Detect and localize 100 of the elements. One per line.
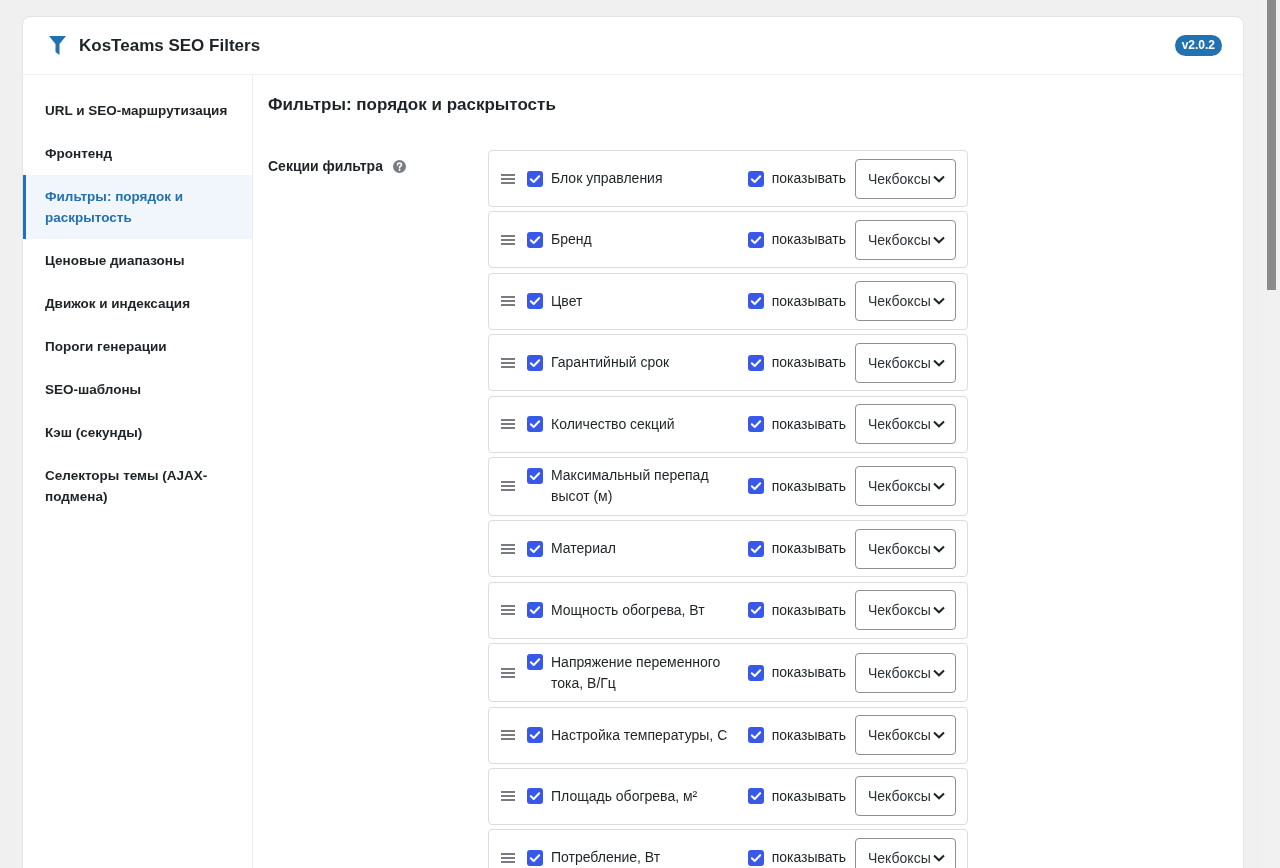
version-badge: v2.0.2 [1174, 35, 1222, 56]
checkbox-label: показывать [771, 169, 846, 188]
checkbox[interactable] [747, 602, 764, 619]
display-type-select[interactable]: Чекбоксы [855, 652, 956, 693]
app-title: KosTeams SEO Filters [79, 35, 261, 56]
checkbox-label: показывать [771, 786, 846, 806]
checkbox[interactable] [527, 602, 543, 619]
sidebar-item[interactable]: Селекторы темы (AJAX-подмена) [23, 454, 252, 518]
drag-handle-icon[interactable] [501, 296, 515, 307]
checkbox-label: показывать [771, 230, 846, 250]
sidebar-item[interactable]: Пороги генерации [23, 325, 252, 368]
section-name: Бренд [551, 230, 592, 250]
display-type-select[interactable]: Чекбоксы [855, 342, 956, 383]
checkbox-label: показывать [771, 663, 846, 683]
section-name: Цвет [551, 291, 583, 311]
help-icon [392, 160, 406, 173]
display-type-select[interactable]: Чекбоксы [855, 837, 956, 868]
drag-handle-icon[interactable] [501, 234, 515, 245]
checkbox[interactable] [527, 170, 543, 187]
section-heading: Фильтры: порядок и раскрытость [268, 94, 556, 116]
drag-handle-icon[interactable] [501, 357, 515, 368]
sidebar-item[interactable]: Движок и индексация [23, 282, 252, 325]
sidebar-item[interactable]: Кэш (секунды) [23, 411, 252, 454]
section-name: Гарантийный срок [551, 353, 670, 373]
drag-handle-icon[interactable] [501, 481, 515, 492]
section-name: Блок управления [551, 169, 663, 188]
checkbox[interactable] [747, 849, 764, 866]
sidebar-item[interactable]: Ценовые диапазоны [23, 239, 252, 282]
display-type-select[interactable]: Чекбоксы [855, 158, 956, 199]
chevron-down-icon [933, 358, 945, 367]
field-label: Секции фильтра [268, 157, 383, 176]
chevron-down-icon [933, 174, 945, 183]
checkbox[interactable] [747, 293, 764, 310]
checkbox[interactable] [527, 231, 543, 248]
checkbox-label: показывать [771, 848, 846, 868]
chevron-down-icon [933, 792, 945, 801]
chevron-down-icon [933, 420, 945, 429]
section-name: Настройка температуры, С [551, 725, 728, 745]
display-type-select[interactable]: Чекбоксы [855, 715, 956, 755]
checkbox-label: показывать [771, 414, 846, 434]
chevron-down-icon [933, 853, 945, 862]
sidebar-item[interactable]: SEO-шаблоны [23, 368, 252, 411]
chevron-down-icon [933, 235, 945, 244]
checkbox[interactable] [747, 478, 764, 495]
checkbox[interactable] [527, 727, 543, 743]
checkbox[interactable] [527, 293, 543, 310]
drag-handle-icon[interactable] [501, 852, 515, 863]
chevron-down-icon [933, 668, 945, 677]
checkbox[interactable] [527, 788, 543, 805]
funnel-icon [49, 36, 66, 55]
chevron-down-icon [933, 731, 945, 739]
section-name: Материал [551, 539, 616, 559]
sidebar-item[interactable]: Фронтенд [23, 132, 252, 175]
section-name: Напряжение переменного тока, В/Гц [551, 652, 722, 693]
section-name: Количество секций [551, 414, 675, 434]
checkbox[interactable] [527, 354, 543, 371]
drag-handle-icon[interactable] [501, 605, 515, 616]
drag-handle-icon[interactable] [501, 730, 515, 740]
display-type-select[interactable]: Чекбоксы [855, 281, 956, 322]
section-name: Максимальный перепад высот (м) [551, 466, 710, 507]
drag-handle-icon[interactable] [501, 173, 515, 184]
display-type-select[interactable]: Чекбоксы [855, 528, 956, 569]
checkbox[interactable] [527, 849, 543, 866]
checkbox-label: показывать [771, 353, 846, 373]
scrollbar-thumb[interactable] [1267, 0, 1276, 290]
checkbox[interactable] [747, 231, 764, 248]
checkbox[interactable] [527, 467, 543, 484]
drag-handle-icon[interactable] [501, 419, 515, 430]
display-type-select[interactable]: Чекбоксы [855, 590, 956, 631]
checkbox[interactable] [747, 540, 764, 557]
checkbox[interactable] [747, 170, 764, 187]
checkbox-label: показывать [771, 476, 846, 496]
checkbox[interactable] [527, 654, 543, 671]
drag-handle-icon[interactable] [501, 543, 515, 554]
chevron-down-icon [933, 482, 945, 491]
chevron-down-icon [933, 606, 945, 615]
checkbox[interactable] [747, 664, 764, 681]
checkbox[interactable] [747, 727, 764, 743]
drag-handle-icon[interactable] [501, 791, 515, 802]
scrollbar-track[interactable] [1262, 0, 1280, 868]
checkbox[interactable] [747, 788, 764, 805]
checkbox[interactable] [747, 416, 764, 433]
display-type-select[interactable]: Чекбоксы [855, 466, 956, 507]
display-type-select[interactable]: Чекбоксы [855, 219, 956, 260]
section-name: Потребление, Вт [551, 848, 661, 868]
sidebar-item[interactable]: URL и SEO-маршрутизация [23, 89, 252, 132]
checkbox-label: показывать [771, 539, 846, 559]
section-name: Площадь обогрева, м² [551, 786, 698, 806]
drag-handle-icon[interactable] [501, 667, 515, 678]
checkbox-label: показывать [771, 600, 846, 620]
display-type-select[interactable]: Чекбоксы [855, 776, 956, 817]
checkbox-label: показывать [771, 725, 846, 745]
checkbox[interactable] [747, 354, 764, 371]
display-type-select[interactable]: Чекбоксы [855, 404, 956, 445]
checkbox[interactable] [527, 416, 543, 433]
checkbox[interactable] [527, 540, 543, 557]
sidebar-item[interactable]: Фильтры: порядок и раскрытость [23, 175, 252, 239]
section-name: Мощность обогрева, Вт [551, 600, 705, 620]
chevron-down-icon [933, 544, 945, 553]
chevron-down-icon [933, 297, 945, 306]
